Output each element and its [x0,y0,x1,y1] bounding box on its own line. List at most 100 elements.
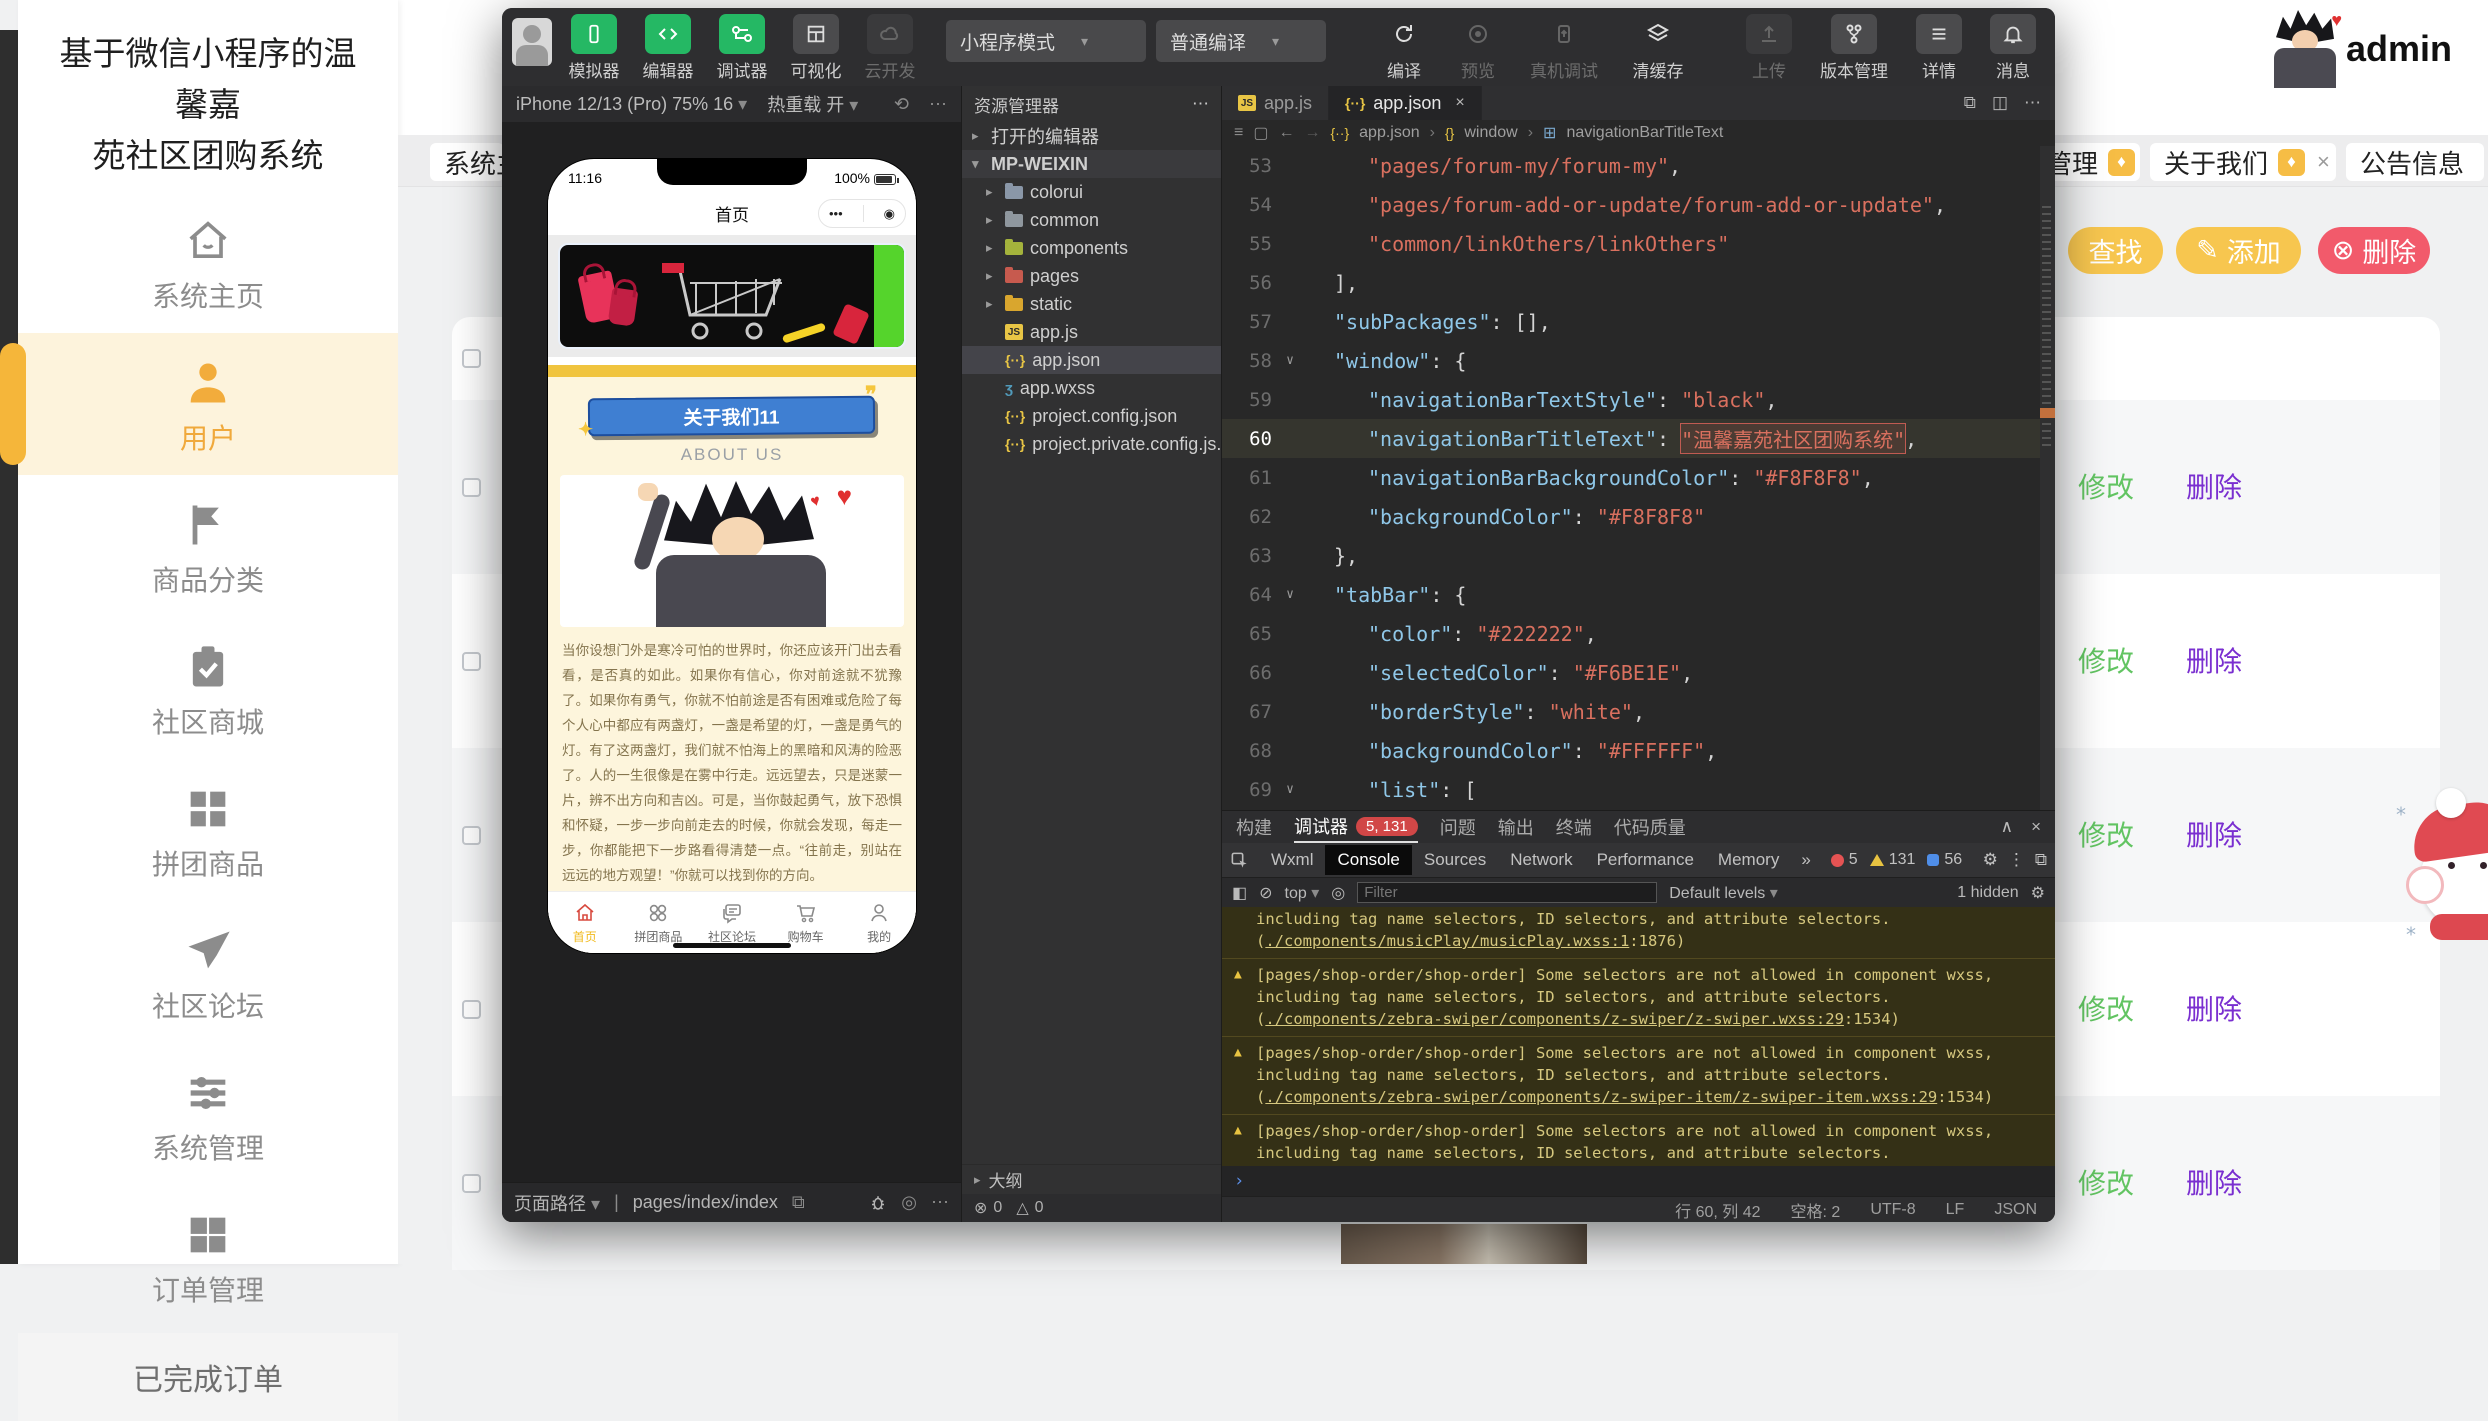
debugger-tab-构建[interactable]: 构建 [1236,811,1272,843]
more-panels-icon[interactable]: » [1793,850,1818,870]
panel-tab-wxml[interactable]: Wxml [1259,845,1325,875]
copy-icon[interactable]: ⧉ [792,1192,805,1213]
detail-button[interactable]: 详情 [1907,14,1971,82]
clear-cache-button[interactable]: 清缓存 [1618,14,1698,82]
file-app.wxss[interactable]: ʒapp.wxss [962,374,1221,402]
find-button[interactable]: 查找 [2068,227,2163,274]
message-button[interactable]: 消息 [1981,14,2045,82]
encoding[interactable]: UTF-8 [1870,1201,1915,1219]
sidebar-item-finished-orders[interactable]: 已完成订单 [18,1333,398,1421]
code-editor[interactable]: 53"pages/forum-my/forum-my",54"pages/for… [1222,146,2055,810]
debugger-tab-调试器[interactable]: 调试器5, 131 [1294,811,1418,843]
delete-button[interactable]: ⊗删除 [2318,227,2430,274]
sidebar-item-flag[interactable]: 商品分类 [18,475,398,617]
file-app.json[interactable]: {··}app.json [962,346,1221,374]
indent-setting[interactable]: 空格: 2 [1791,1198,1841,1222]
editor-button[interactable]: 编辑器 [636,14,700,82]
levels-select[interactable]: Default levels ▾ [1669,883,1778,903]
select-all-checkbox[interactable] [462,349,481,368]
mode-select[interactable]: 小程序模式▾ [946,20,1146,62]
file-app.js[interactable]: JSapp.js [962,318,1221,346]
debugger-tab-输出[interactable]: 输出 [1498,811,1534,843]
back-icon[interactable]: ← [1278,124,1294,142]
admin-avatar[interactable]: ♥ [2262,8,2348,88]
console-prompt[interactable]: › [1222,1166,2055,1196]
more-icon[interactable]: ⋯ [2024,93,2041,113]
delete-link[interactable]: 删除 [2186,988,2242,1028]
mini-program-capsule[interactable]: ••• ◉ [818,199,906,228]
bug-icon[interactable] [869,1194,887,1212]
file-project.config.json[interactable]: {··}project.config.json [962,402,1221,430]
refresh-icon[interactable]: ⟲ [894,94,909,115]
tab-about-us[interactable]: 关于我们♦× [2150,143,2336,181]
file-project.private.config.js...[interactable]: {··}project.private.config.js... [962,430,1221,458]
device-select[interactable]: iPhone 12/13 (Pro) 75% 16 ▾ [516,94,747,115]
file-pages[interactable]: ▸pages [962,262,1221,290]
edit-link[interactable]: 修改 [2078,640,2134,680]
bookmark-icon[interactable]: ▢ [1253,123,1268,143]
language-mode[interactable]: JSON [1994,1201,2037,1219]
edit-link[interactable]: 修改 [2078,988,2134,1028]
tab-announcements[interactable]: 公告信息 [2346,143,2484,181]
phone-tab-home[interactable]: 首页 [548,892,622,953]
add-button[interactable]: ✎添加 [2176,227,2301,274]
sidebar-item-grid-solid[interactable]: 订单管理 [18,1185,398,1327]
eye-icon[interactable]: ◎ [901,1192,917,1213]
simulator-button[interactable]: 模拟器 [562,14,626,82]
delete-link[interactable]: 删除 [2186,1162,2242,1202]
close-icon[interactable]: × [2317,149,2330,175]
banner-image[interactable] [558,243,906,349]
edit-link[interactable]: 修改 [2078,1162,2134,1202]
eol[interactable]: LF [1946,1201,1965,1219]
hot-reload-toggle[interactable]: 热重载 开 ▾ [767,91,858,117]
source-link[interactable]: ./components/musicPlay/musicPlay.wxss:1 [1265,932,1629,950]
sidebar-item-home[interactable]: 系统主页 [18,191,398,333]
edit-link[interactable]: 修改 [2078,814,2134,854]
delete-link[interactable]: 删除 [2186,814,2242,854]
dock-icon[interactable]: ⧉ [2035,850,2047,870]
sidebar-item-grid[interactable]: 拼团商品 [18,759,398,901]
file-static[interactable]: ▸static [962,290,1221,318]
file-components[interactable]: ▸components [962,234,1221,262]
sidebar-item-paper-plane[interactable]: 社区论坛 [18,901,398,1043]
page-path-select[interactable]: 页面路径 ▾ [514,1190,600,1216]
compile-mode-select[interactable]: 普通编译▾ [1156,20,1326,62]
close-icon[interactable]: × [1455,94,1464,112]
phone-tab-person[interactable]: 我的 [842,892,916,953]
layout-toggle-icon[interactable]: ◫ [1992,93,2008,113]
editor-tab-app.js[interactable]: JSapp.js [1222,86,1329,120]
panel-tab-network[interactable]: Network [1498,845,1584,875]
console-filter-input[interactable] [1357,882,1657,903]
context-select[interactable]: top ▾ [1285,883,1320,903]
row-checkbox[interactable] [462,1000,481,1019]
visualizer-button[interactable]: 可视化 [784,14,848,82]
tab-system-home[interactable]: 系统主页 [430,143,504,181]
panel-tab-console[interactable]: Console [1325,845,1411,875]
clear-console-icon[interactable]: ⊘ [1259,883,1272,903]
file-colorui[interactable]: ▸colorui [962,178,1221,206]
outline-section[interactable]: ▸大纲 [962,1164,1221,1194]
sidebar-item-clipboard-check[interactable]: 社区商城 [18,617,398,759]
row-checkbox[interactable] [462,1174,481,1193]
debugger-tab-代码质量[interactable]: 代码质量 [1614,811,1686,843]
eye-icon[interactable]: ◎ [1331,883,1345,903]
panel-tab-sources[interactable]: Sources [1412,845,1498,875]
row-checkbox[interactable] [462,652,481,671]
sidebar-item-sliders[interactable]: 系统管理 [18,1043,398,1185]
panel-tab-memory[interactable]: Memory [1706,845,1791,875]
kebab-icon[interactable]: ⋮ [2000,850,2033,870]
open-editors-section[interactable]: ▸打开的编辑器 [962,122,1221,150]
more-icon[interactable]: ⋯ [931,1192,949,1213]
delete-link[interactable]: 删除 [2186,466,2242,506]
file-common[interactable]: ▸common [962,206,1221,234]
capsule-more-icon[interactable]: ••• [829,206,843,221]
close-icon[interactable]: × [2031,817,2041,837]
row-checkbox[interactable] [462,826,481,845]
debugger-tab-终端[interactable]: 终端 [1556,811,1592,843]
more-icon[interactable]: ⋯ [1192,94,1209,114]
compile-button[interactable]: 编译 [1372,14,1436,82]
split-editor-icon[interactable]: ⧉ [1964,93,1976,113]
outline-icon[interactable]: ≡ [1234,124,1243,142]
editor-tab-app.json[interactable]: {··}app.json× [1329,86,1482,120]
inspect-icon[interactable] [1230,851,1249,870]
